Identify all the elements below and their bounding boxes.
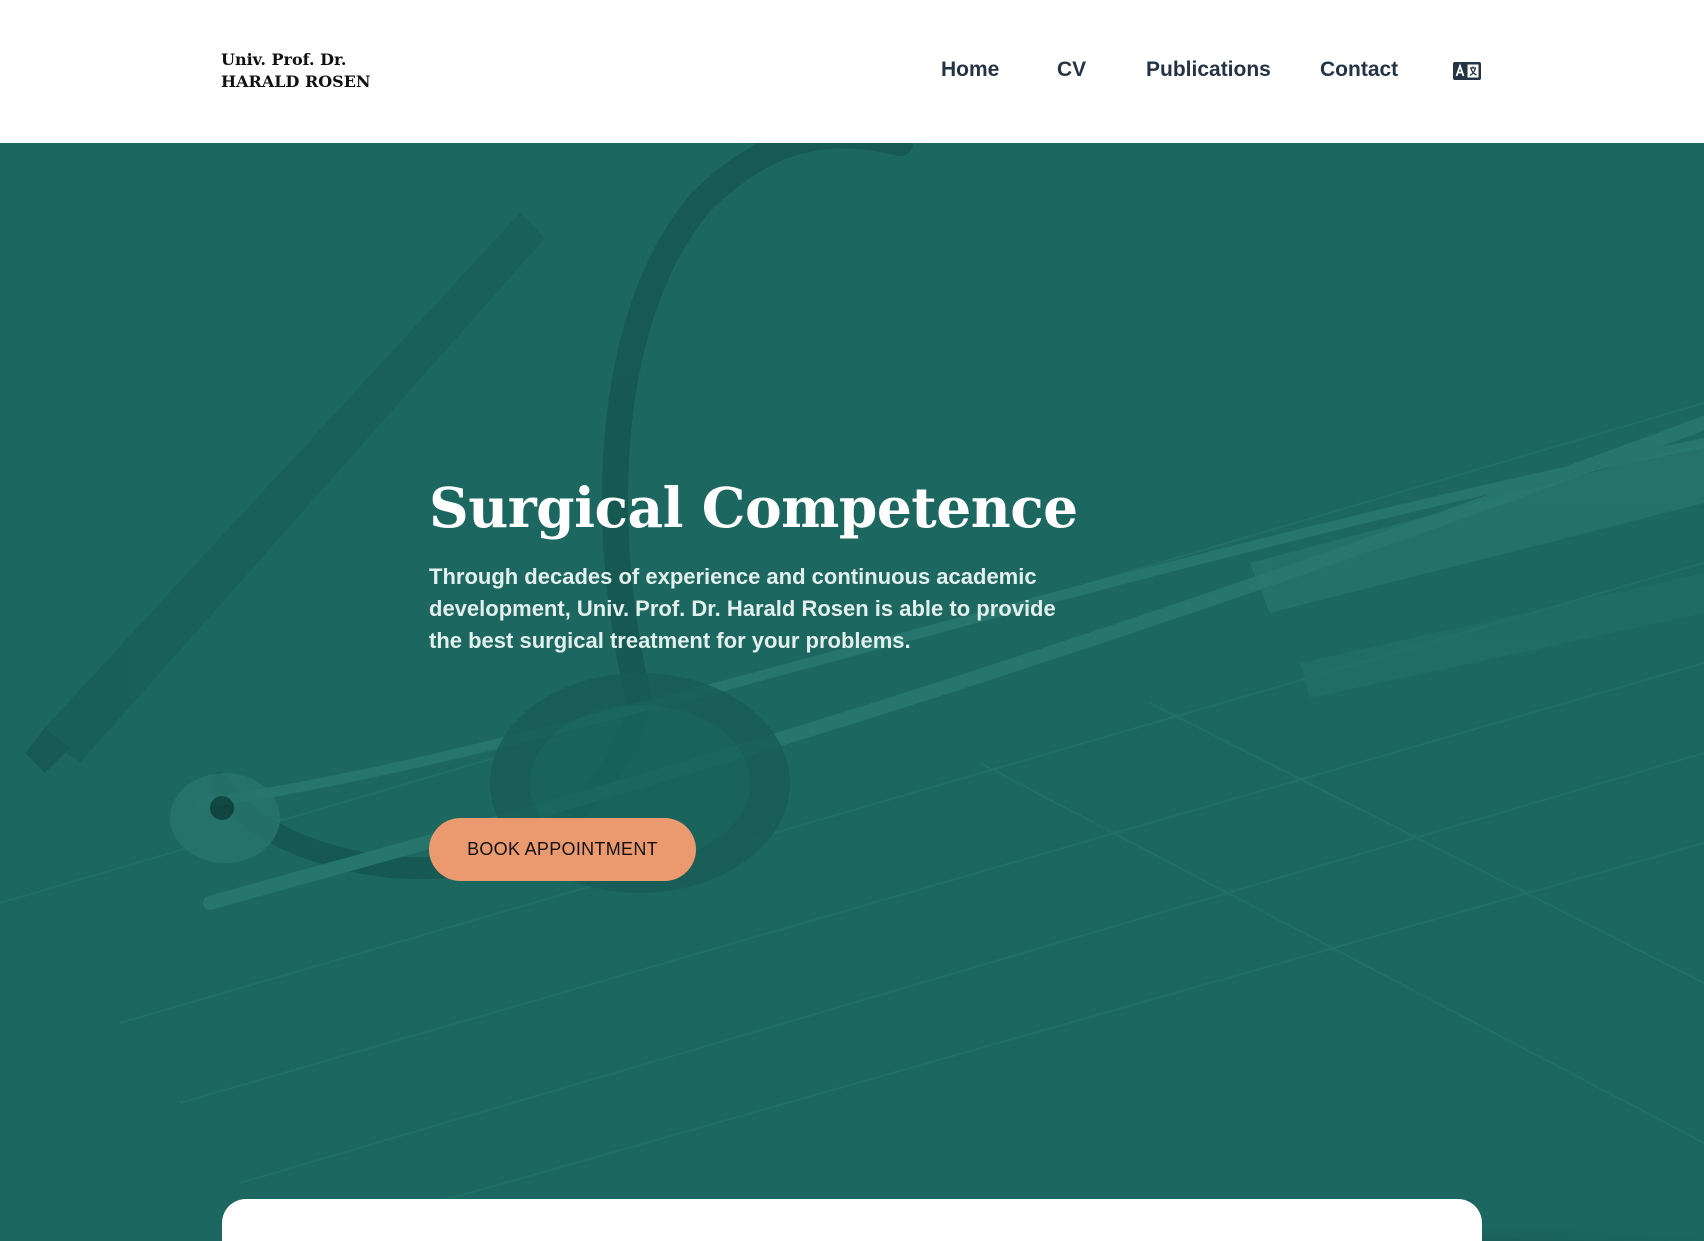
nav-contact-link[interactable]: Contact <box>1320 57 1398 83</box>
brand-name-line: HARALD ROSEN <box>221 72 371 91</box>
brand-title-line: Univ. Prof. Dr. <box>221 50 347 69</box>
hero-section: Surgical Competence Through decades of e… <box>0 143 1704 1241</box>
brand-logo[interactable]: Univ. Prof. Dr. HARALD ROSEN <box>221 49 371 93</box>
book-appointment-button[interactable]: BOOK APPOINTMENT <box>429 818 696 881</box>
hero-description: Through decades of experience and contin… <box>429 564 1056 653</box>
nav-publications-link[interactable]: Publications <box>1146 57 1271 83</box>
hero-content: Surgical Competence Through decades of e… <box>429 473 1109 881</box>
hero-title: Surgical Competence <box>429 475 1078 540</box>
hero-background-image <box>0 143 1704 1241</box>
nav-home-link[interactable]: Home <box>941 57 999 83</box>
content-card <box>222 1199 1482 1241</box>
language-translate-icon[interactable] <box>1453 62 1481 80</box>
site-header: Univ. Prof. Dr. HARALD ROSEN Home CV Pub… <box>0 0 1704 143</box>
nav-cv-link[interactable]: CV <box>1057 57 1086 83</box>
